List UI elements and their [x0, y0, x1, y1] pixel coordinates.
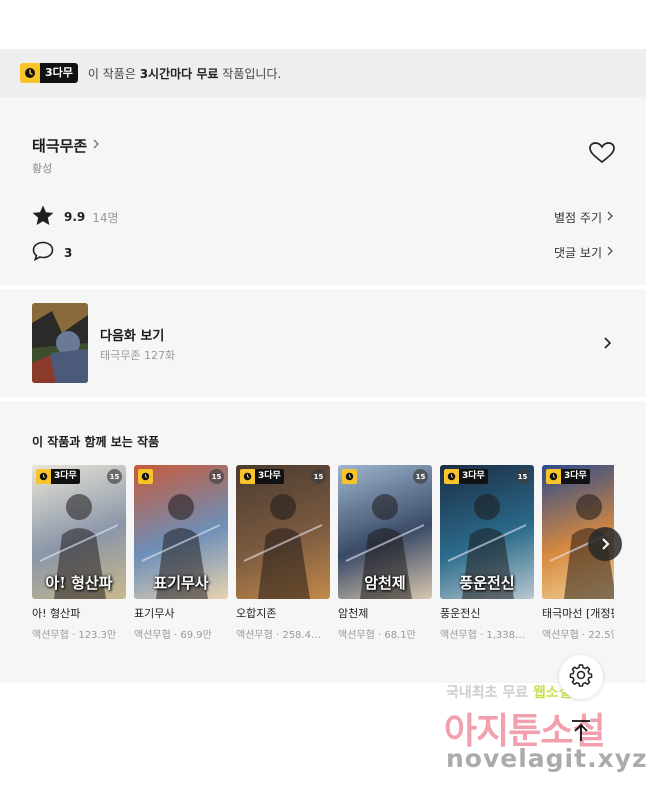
- badge-label: 3다무: [51, 469, 80, 484]
- arrow-up-icon: [570, 719, 592, 747]
- recommendation-card[interactable]: 15 암천제 암천제 액션무협 · 68.1만: [338, 465, 432, 641]
- recommendation-cover[interactable]: 3다무 15 풍운전신: [440, 465, 534, 599]
- cover-title: 암천제: [364, 574, 406, 592]
- recommendation-title[interactable]: 표기무사: [134, 605, 228, 621]
- heart-icon[interactable]: [589, 142, 615, 168]
- recommendations-heading: 이 작품과 함께 보는 작품: [32, 435, 160, 449]
- 3h-free-badge: 3다무: [444, 469, 488, 484]
- recommendation-cover[interactable]: 3다무 15: [236, 465, 330, 599]
- comment-icon: [32, 241, 54, 264]
- clock-icon: [138, 469, 153, 484]
- 3h-free-badge: 3다무: [546, 469, 590, 484]
- clock-icon: [36, 469, 51, 484]
- next-episode-subtitle: 태극무존 127화: [100, 349, 176, 362]
- chevron-right-icon: [606, 245, 614, 260]
- watermark-line3: novelagit.xyz: [446, 744, 646, 773]
- cover-title: 표기무사: [153, 574, 209, 592]
- recommendation-title[interactable]: 태극마선 [개정판]: [542, 605, 614, 621]
- age-rating-badge: 15: [311, 469, 326, 484]
- rating-score: 9.9: [64, 210, 86, 224]
- recommendation-meta: 액션무협 · 258.4…: [236, 630, 321, 641]
- rating-count: 14명: [92, 210, 119, 225]
- recommendation-meta: 액션무협 · 1,338…: [440, 630, 525, 641]
- recommendation-title[interactable]: 풍운전신: [440, 605, 534, 621]
- badge-label: 3다무: [561, 469, 590, 484]
- clock-icon: [342, 469, 357, 484]
- badge-label: 3다무: [255, 469, 284, 484]
- recommendation-card[interactable]: 3다무 15 아! 형산파 아! 형산파 액션무협 · 123.3만: [32, 465, 126, 641]
- recommendation-meta: 액션무협 · 22.5만: [542, 630, 614, 641]
- recommendation-meta: 액션무협 · 68.1만: [338, 630, 416, 641]
- recommendation-meta: 액션무협 · 123.3만: [32, 630, 117, 641]
- age-rating-badge: 15: [209, 469, 224, 484]
- banner-text-prefix: 이 작품은: [87, 66, 140, 81]
- clock-badge: [138, 469, 153, 484]
- chevron-right-icon: [606, 210, 614, 225]
- 3h-free-badge: 3다무: [36, 469, 80, 484]
- clock-icon: [546, 469, 561, 484]
- cover-title: 아! 형산파: [45, 574, 113, 592]
- work-title: 태극무존: [32, 137, 88, 155]
- cover-art: [243, 494, 323, 599]
- banner-text-suffix: 작품입니다.: [218, 66, 282, 81]
- work-author[interactable]: 황성: [32, 160, 52, 176]
- webtoon-detail-page: 3다무 이 작품은 3시간마다 무료 작품입니다. 태극무존 황성 9.9 14…: [0, 0, 646, 798]
- next-episode-title: 다음화 보기: [100, 329, 165, 344]
- chevron-right-icon: [602, 335, 612, 354]
- settings-button[interactable]: [559, 655, 603, 699]
- watermark-line1-a: 국내최초 무료: [446, 685, 534, 701]
- star-icon: [32, 205, 54, 229]
- clock-icon: [444, 469, 459, 484]
- recommendation-title[interactable]: 오합지존: [236, 605, 330, 621]
- badge-label: 3다무: [40, 63, 78, 83]
- recommendations-carousel[interactable]: 3다무 15 아! 형산파 아! 형산파 액션무협 · 123.3만 15 표기무사 표기무사…: [32, 465, 614, 675]
- recommendation-title[interactable]: 아! 형산파: [32, 605, 126, 621]
- age-rating-badge: 15: [107, 469, 122, 484]
- clock-icon: [240, 469, 255, 484]
- clock-icon: [20, 63, 40, 83]
- recommendation-cover[interactable]: 15 암천제: [338, 465, 432, 599]
- recommendation-cover[interactable]: 3다무 15 아! 형산파: [32, 465, 126, 599]
- recommendation-card[interactable]: 15 표기무사 표기무사 액션무협 · 69.9만: [134, 465, 228, 641]
- banner-text-bold: 3시간마다 무료: [139, 66, 219, 81]
- recommendation-card[interactable]: 3다무 15 오합지존액션무협 · 258.4…: [236, 465, 330, 641]
- cover-title: 풍운전신: [459, 574, 515, 592]
- free-every-3h-banner: 3다무 이 작품은 3시간마다 무료 작품입니다.: [0, 49, 646, 97]
- clock-badge: [342, 469, 357, 484]
- recommendation-meta: 액션무협 · 69.9만: [134, 630, 212, 641]
- comment-row: 3 댓글 보기: [32, 241, 614, 264]
- rate-button[interactable]: 별점 주기: [554, 209, 614, 226]
- recommendation-card[interactable]: 3다무 15 풍운전신 풍운전신 액션무협 · 1,338…: [440, 465, 534, 641]
- carousel-next-button[interactable]: [588, 527, 622, 561]
- rate-button-label: 별점 주기: [554, 210, 602, 225]
- comment-count: 3: [64, 245, 73, 260]
- comments-button[interactable]: 댓글 보기: [554, 244, 614, 261]
- work-info-panel: 태극무존 황성 9.9 14명 별점 주기 3 댓글 보기: [0, 97, 646, 285]
- comments-button-label: 댓글 보기: [554, 246, 602, 260]
- badge-label: 3다무: [459, 469, 488, 484]
- scroll-top-button[interactable]: [562, 714, 600, 752]
- chevron-right-icon: [91, 136, 101, 155]
- rating-row: 9.9 14명 별점 주기: [32, 205, 614, 229]
- recommendation-title[interactable]: 암천제: [338, 605, 432, 621]
- recommendation-cover[interactable]: 15 표기무사: [134, 465, 228, 599]
- 3h-free-badge: 3다무: [240, 469, 284, 484]
- age-rating-badge: 15: [515, 469, 530, 484]
- age-rating-badge: 15: [413, 469, 428, 484]
- work-title-link[interactable]: 태극무존: [32, 135, 101, 156]
- 3h-free-badge: 3다무: [20, 63, 78, 83]
- next-episode-panel[interactable]: 다음화 보기 태극무존 127화: [0, 289, 646, 397]
- next-episode-thumbnail: [32, 303, 88, 383]
- gear-icon: [569, 663, 593, 691]
- recommendations-section: 이 작품과 함께 보는 작품 3다무 15 아! 형산파 아! 형산파 액션무협 · 1…: [0, 401, 646, 683]
